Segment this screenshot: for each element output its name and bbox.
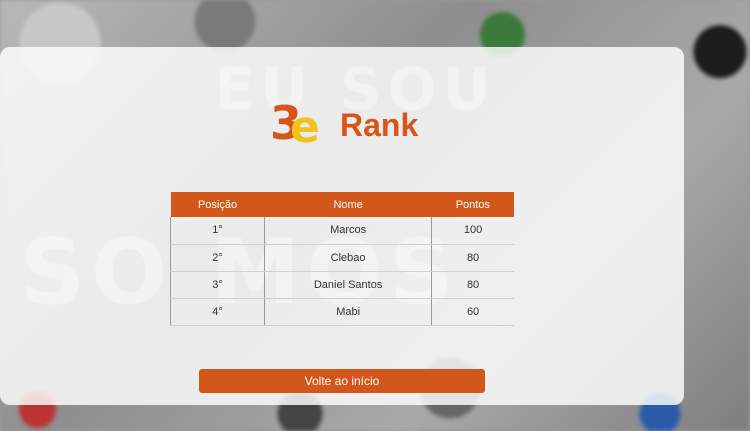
cell-position: 1° <box>169 217 266 245</box>
cell-points: 100 <box>431 217 514 245</box>
page-title: Rank <box>340 106 419 143</box>
logo: 3 e <box>270 96 330 153</box>
table-row: 2° Clebao 80 <box>169 244 514 272</box>
table-row: 3° Daniel Santos 80 <box>169 271 514 299</box>
cell-name: Clebao <box>264 244 433 272</box>
cell-points: 60 <box>431 298 514 326</box>
cell-name: Daniel Santos <box>264 271 433 299</box>
table-header-row: Posição Nome Pontos <box>170 192 514 217</box>
back-to-home-button[interactable]: Volte ao início <box>199 369 485 393</box>
table-row: 4° Mabi 60 <box>169 298 514 326</box>
cell-name: Marcos <box>264 217 433 245</box>
ranking-table: Posição Nome Pontos 1° Marcos 100 2° Cle… <box>169 192 514 326</box>
cell-position: 3° <box>169 271 266 299</box>
brand-header: 3 e Rank <box>270 96 419 153</box>
column-header-points: Pontos <box>431 192 514 217</box>
column-header-name: Nome <box>264 192 432 217</box>
column-header-position: Posição <box>170 192 265 217</box>
cell-position: 4° <box>169 298 266 326</box>
cell-points: 80 <box>431 271 514 299</box>
cell-name: Mabi <box>264 298 433 326</box>
cell-position: 2° <box>169 244 266 272</box>
cell-points: 80 <box>431 244 514 272</box>
logo-letter: e <box>290 102 320 153</box>
table-row: 1° Marcos 100 <box>169 217 514 245</box>
